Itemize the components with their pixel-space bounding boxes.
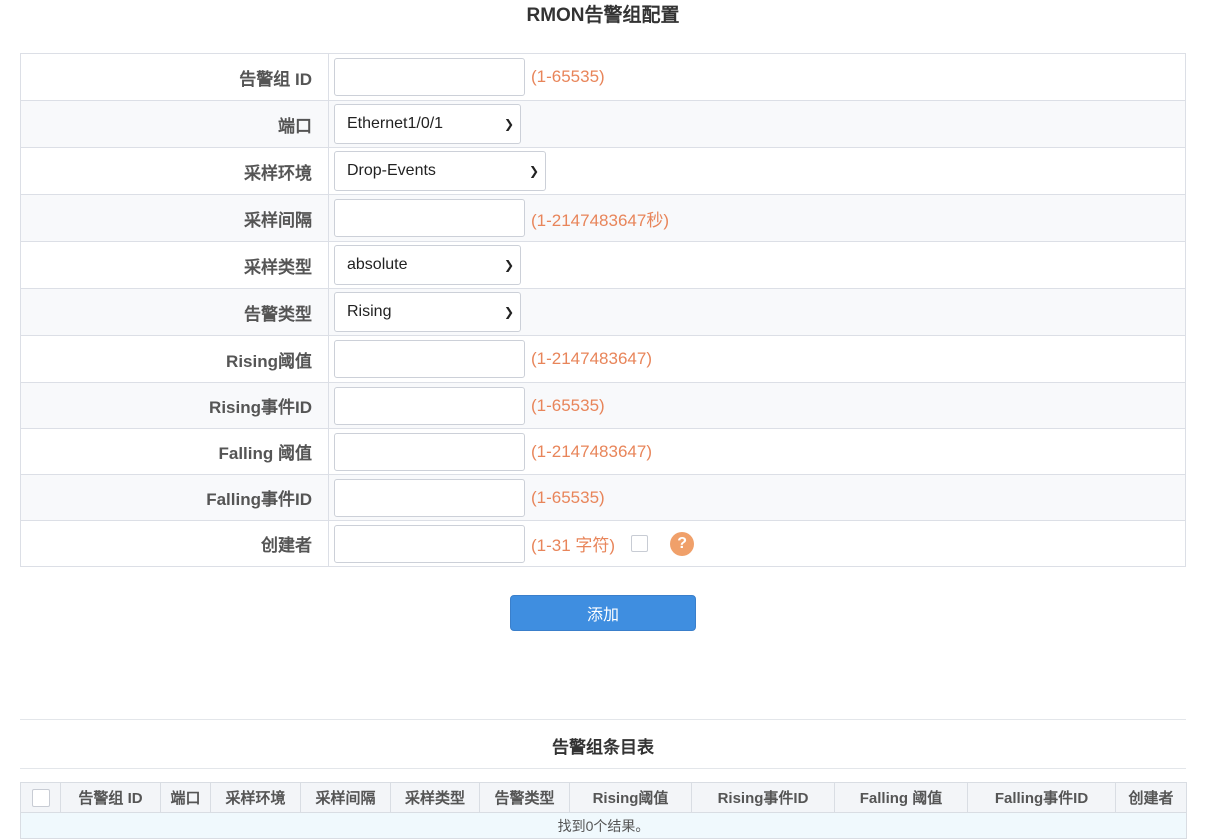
owner-input[interactable] <box>334 524 525 563</box>
column-header[interactable]: 采样类型 <box>390 782 480 813</box>
section-divider <box>20 768 1186 769</box>
sample-type-select-value: absolute <box>347 256 408 273</box>
chevron-down-icon: ❯ <box>503 305 514 319</box>
sample-variable-select[interactable]: Drop-Events ❯ <box>334 151 546 191</box>
form-row-rising-event-id: Rising事件ID (1-65535) <box>20 382 1186 429</box>
page-title: RMON告警组配置 <box>526 5 680 26</box>
alarm-type-select-value: Rising <box>347 303 392 320</box>
form-row-sample-type: 采样类型 absolute ❯ <box>20 241 1186 289</box>
select-all-header <box>20 782 61 813</box>
falling-event-id-input[interactable] <box>334 478 525 517</box>
falling-threshold-hint: (1-2147483647) <box>531 441 652 461</box>
label-sample-variable: 采样环境 <box>20 147 329 195</box>
section-divider <box>20 719 1186 720</box>
column-header[interactable]: 采样环境 <box>210 782 301 813</box>
column-header[interactable]: Falling事件ID <box>967 782 1116 813</box>
label-rising-threshold: Rising阈值 <box>20 335 329 383</box>
chevron-down-icon: ❯ <box>503 258 514 272</box>
sample-variable-select-value: Drop-Events <box>347 162 436 179</box>
empty-result-text: 找到0个结果。 <box>20 812 1187 839</box>
help-icon[interactable]: ? <box>670 531 695 556</box>
label-owner: 创建者 <box>20 520 329 567</box>
alarm-entry-table: 告警组 ID 端口 采样环境 采样间隔 采样类型 告警类型 Rising阈值 R… <box>20 782 1187 839</box>
sample-type-select[interactable]: absolute ❯ <box>334 245 521 285</box>
rising-event-id-input[interactable] <box>334 386 525 425</box>
label-rising-event-id: Rising事件ID <box>20 382 329 429</box>
port-select[interactable]: Ethernet1/0/1 ❯ <box>334 104 521 144</box>
falling-event-id-hint: (1-65535) <box>531 487 605 507</box>
column-header[interactable]: 告警类型 <box>479 782 570 813</box>
form-row-owner: 创建者 (1-31 字符) ? <box>20 520 1186 567</box>
column-header[interactable]: Rising事件ID <box>691 782 835 813</box>
sample-interval-hint: (1-2147483647秒) <box>531 210 669 230</box>
form-row-falling-event-id: Falling事件ID (1-65535) <box>20 474 1186 521</box>
rising-threshold-hint: (1-2147483647) <box>531 349 652 368</box>
label-sample-interval: 采样间隔 <box>20 194 329 242</box>
alarm-group-id-hint: (1-65535) <box>531 67 605 86</box>
column-header[interactable]: 采样间隔 <box>300 782 391 813</box>
form-row-falling-threshold: Falling 阈值 (1-2147483647) <box>20 428 1186 475</box>
form-row-alarm-type: 告警类型 Rising ❯ <box>20 288 1186 336</box>
rising-event-id-hint: (1-65535) <box>531 395 605 415</box>
chevron-down-icon: ❯ <box>528 164 539 178</box>
sample-interval-input[interactable] <box>334 199 525 237</box>
rising-threshold-input[interactable] <box>334 340 525 378</box>
owner-checkbox[interactable] <box>631 535 649 552</box>
column-header[interactable]: Falling 阈值 <box>834 782 968 813</box>
owner-hint: (1-31 字符) <box>531 536 616 555</box>
label-alarm-type: 告警类型 <box>20 288 329 336</box>
label-falling-event-id: Falling事件ID <box>20 474 329 521</box>
form-row-rising-threshold: Rising阈值 (1-2147483647) <box>20 335 1186 383</box>
table-header-row: 告警组 ID 端口 采样环境 采样间隔 采样类型 告警类型 Rising阈值 R… <box>20 782 1187 813</box>
list-title: 告警组条目表 <box>552 738 654 757</box>
label-alarm-group-id: 告警组 ID <box>20 53 329 101</box>
table-row: 找到0个结果。 <box>20 812 1187 839</box>
add-button[interactable]: 添加 <box>510 595 696 631</box>
form-row-sample-variable: 采样环境 Drop-Events ❯ <box>20 147 1186 195</box>
column-header[interactable]: Rising阈值 <box>569 782 692 813</box>
chevron-down-icon: ❯ <box>503 117 514 131</box>
select-all-checkbox[interactable] <box>31 788 50 807</box>
label-sample-type: 采样类型 <box>20 241 329 289</box>
alarm-type-select[interactable]: Rising ❯ <box>334 292 521 332</box>
falling-threshold-input[interactable] <box>334 432 525 471</box>
label-falling-threshold: Falling 阈值 <box>20 428 329 475</box>
alarm-config-form: 告警组 ID (1-65535) 端口 Ethernet1/0/1 ❯ 采样环境… <box>20 53 1186 567</box>
form-row-port: 端口 Ethernet1/0/1 ❯ <box>20 100 1186 148</box>
form-row-sample-interval: 采样间隔 (1-2147483647秒) <box>20 194 1186 242</box>
form-row-alarm-group-id: 告警组 ID (1-65535) <box>20 53 1186 101</box>
column-header[interactable]: 创建者 <box>1115 782 1187 813</box>
column-header[interactable]: 端口 <box>160 782 211 813</box>
column-header[interactable]: 告警组 ID <box>60 782 161 813</box>
label-port: 端口 <box>20 100 329 148</box>
alarm-group-id-input[interactable] <box>334 58 525 96</box>
port-select-value: Ethernet1/0/1 <box>347 115 444 132</box>
